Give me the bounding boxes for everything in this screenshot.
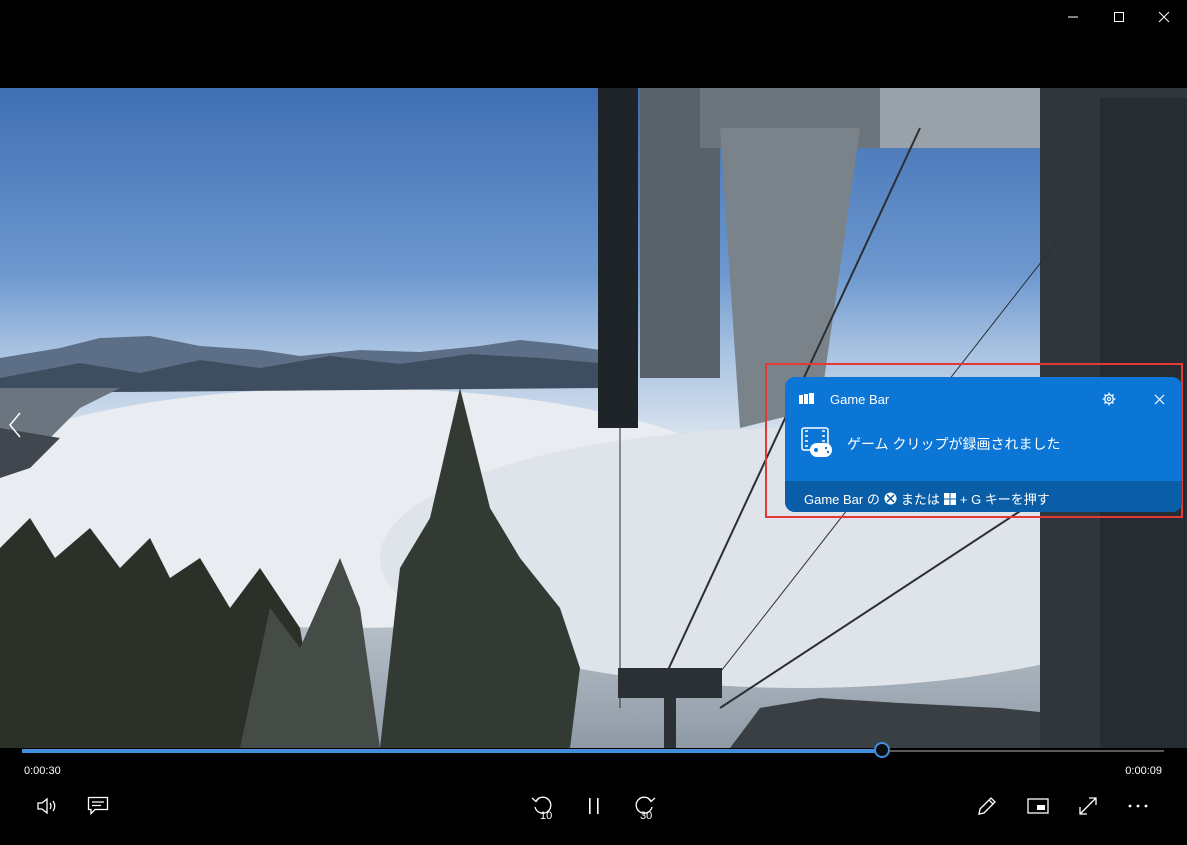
- title-bar: [0, 0, 1187, 34]
- maximize-button[interactable]: [1096, 0, 1142, 34]
- footer-text-suffix: + G キーを押す: [959, 492, 1050, 507]
- volume-button[interactable]: [31, 790, 65, 822]
- edit-button[interactable]: [970, 790, 1004, 822]
- close-icon: [1158, 11, 1170, 23]
- gear-icon: [1102, 392, 1116, 406]
- volume-icon: [37, 797, 56, 815]
- captions-button[interactable]: [81, 790, 115, 822]
- minimize-button[interactable]: [1050, 0, 1096, 34]
- chevron-left-icon: [9, 412, 21, 438]
- footer-text-mid: または: [900, 492, 940, 507]
- previous-button[interactable]: [4, 408, 26, 442]
- notification-header: Game Bar: [785, 377, 1182, 421]
- fullscreen-button[interactable]: [1071, 790, 1105, 822]
- remaining-time: 0:00:09: [1125, 765, 1162, 777]
- more-button[interactable]: [1121, 790, 1155, 822]
- mini-view-button[interactable]: [1021, 790, 1055, 822]
- skip-back-label: 10: [540, 810, 552, 820]
- seek-thumb[interactable]: [873, 742, 890, 758]
- game-bar-logo-icon: [799, 393, 814, 404]
- game-bar-notification[interactable]: Game Bar ゲーム クリップが録画されました Game Bar の または: [785, 377, 1182, 512]
- more-icon: [1128, 804, 1148, 808]
- notification-settings-button[interactable]: [1099, 389, 1119, 409]
- notification-footer: Game Bar の または + G キーを押す: [785, 481, 1182, 512]
- minimize-icon: [1068, 16, 1078, 18]
- seek-bar[interactable]: [22, 742, 1164, 758]
- close-window-button[interactable]: [1141, 0, 1187, 34]
- close-icon: [1154, 394, 1164, 404]
- mini-view-icon: [1027, 798, 1049, 814]
- skip-back-button[interactable]: 10: [526, 790, 560, 822]
- notification-message: ゲーム クリップが録画されました: [847, 436, 1061, 452]
- skip-back-icon: 10: [531, 796, 552, 820]
- xbox-icon: [884, 492, 897, 505]
- skip-forward-button[interactable]: 30: [627, 790, 661, 822]
- notification-app-name: Game Bar: [830, 392, 890, 407]
- fullscreen-icon: [1079, 797, 1097, 815]
- captions-icon: [87, 796, 109, 816]
- pause-button[interactable]: [577, 790, 611, 822]
- footer-text-prefix: Game Bar の: [804, 492, 880, 507]
- notification-close-button[interactable]: [1149, 389, 1169, 409]
- pause-icon: [589, 798, 599, 814]
- game-clip-icon: [801, 427, 832, 457]
- seek-fill: [22, 749, 882, 753]
- skip-forward-label: 30: [640, 810, 652, 820]
- pen-icon: [978, 797, 996, 815]
- current-time: 0:00:30: [24, 765, 61, 777]
- windows-icon: [943, 492, 956, 505]
- skip-forward-icon: 30: [635, 796, 656, 820]
- maximize-icon: [1114, 12, 1124, 22]
